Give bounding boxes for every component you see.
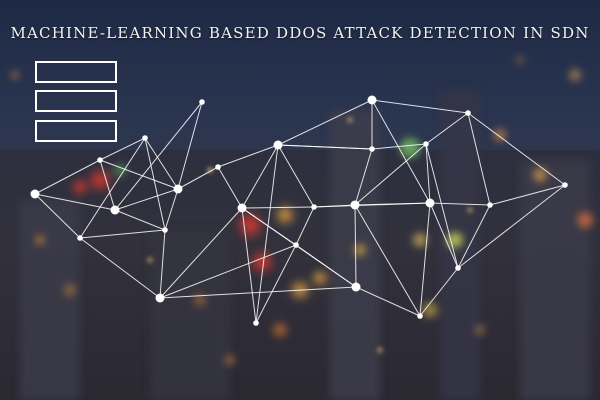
network-edge: [354, 204, 421, 317]
network-edge: [241, 144, 279, 209]
network-edge: [217, 166, 243, 209]
page-title: MACHINE-LEARNING BASED DDOS ATTACK DETEC…: [10, 24, 590, 42]
network-edge: [419, 267, 459, 317]
network-edge: [34, 193, 81, 239]
network-node: [253, 320, 259, 326]
network-node: [215, 164, 221, 170]
network-node: [425, 198, 435, 208]
network-node: [417, 313, 423, 319]
network-edge: [114, 101, 203, 211]
network-node: [173, 184, 183, 194]
network-edge: [177, 101, 203, 190]
network-edge: [457, 184, 566, 269]
network-edge: [419, 202, 431, 317]
network-node: [155, 293, 165, 303]
menu-box-1[interactable]: [35, 61, 117, 83]
network-node: [77, 235, 83, 241]
network-node: [162, 227, 168, 233]
network-edge: [114, 188, 179, 211]
network-edge: [177, 166, 219, 190]
network-edge: [371, 99, 431, 204]
menu-box-2[interactable]: [35, 90, 117, 112]
network-edge: [354, 204, 357, 288]
menu-box-3[interactable]: [35, 120, 117, 142]
network-node: [311, 204, 317, 210]
network-edge: [159, 229, 166, 299]
network-node: [30, 189, 40, 199]
network-edge: [255, 244, 297, 324]
network-edge: [295, 244, 357, 288]
network-edge: [79, 137, 146, 239]
network-edge: [159, 207, 243, 299]
network-edge: [429, 202, 491, 206]
network-node: [273, 140, 283, 150]
network-edge: [354, 148, 373, 206]
network-node: [350, 200, 360, 210]
network-edge: [114, 209, 166, 231]
network-node: [423, 141, 429, 147]
network-graph: [30, 95, 568, 326]
network-node: [367, 95, 377, 105]
network-edge: [355, 286, 421, 317]
network-edge: [164, 188, 179, 231]
network-node: [465, 110, 471, 116]
network-edge: [255, 144, 279, 324]
network-edge: [34, 159, 101, 195]
network-edge: [371, 99, 469, 114]
hero-banner: MACHINE-LEARNING BASED DDOS ATTACK DETEC…: [0, 0, 600, 400]
network-node: [293, 242, 299, 248]
network-edge: [457, 204, 491, 269]
network-node: [487, 202, 493, 208]
network-edge: [159, 286, 357, 299]
network-node: [455, 265, 461, 271]
network-edge: [277, 144, 315, 208]
network-node: [142, 135, 148, 141]
network-edge: [295, 206, 315, 246]
network-node: [97, 157, 103, 163]
network-edge: [99, 159, 179, 190]
network-edge: [313, 202, 431, 208]
network-node: [369, 146, 375, 152]
network-edge: [79, 229, 166, 239]
network-edge: [99, 159, 116, 211]
network-edge: [217, 144, 279, 168]
network-edge: [277, 144, 373, 150]
network-node: [562, 182, 568, 188]
network-node: [199, 99, 205, 105]
network-edge: [159, 244, 297, 299]
network-edge: [489, 184, 566, 206]
network-edge: [79, 237, 161, 299]
network-node: [237, 203, 247, 213]
network-edge: [277, 99, 373, 146]
network-edge: [354, 143, 427, 206]
network-node: [351, 282, 361, 292]
network-edge: [144, 137, 179, 190]
network-node: [110, 205, 120, 215]
network-edge: [425, 112, 469, 145]
network-edge: [241, 206, 315, 209]
